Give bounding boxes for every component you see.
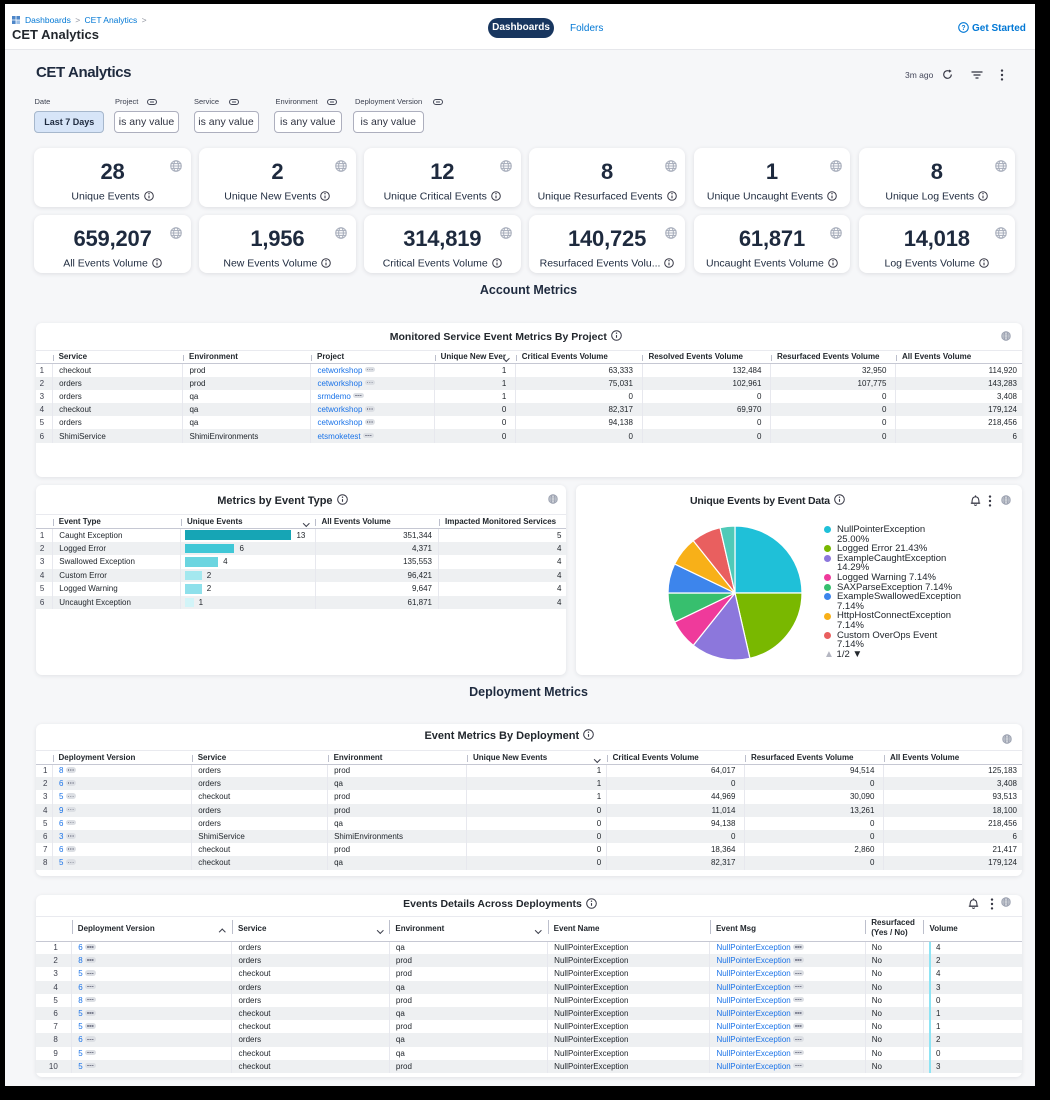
svg-text:?: ? — [961, 25, 965, 32]
